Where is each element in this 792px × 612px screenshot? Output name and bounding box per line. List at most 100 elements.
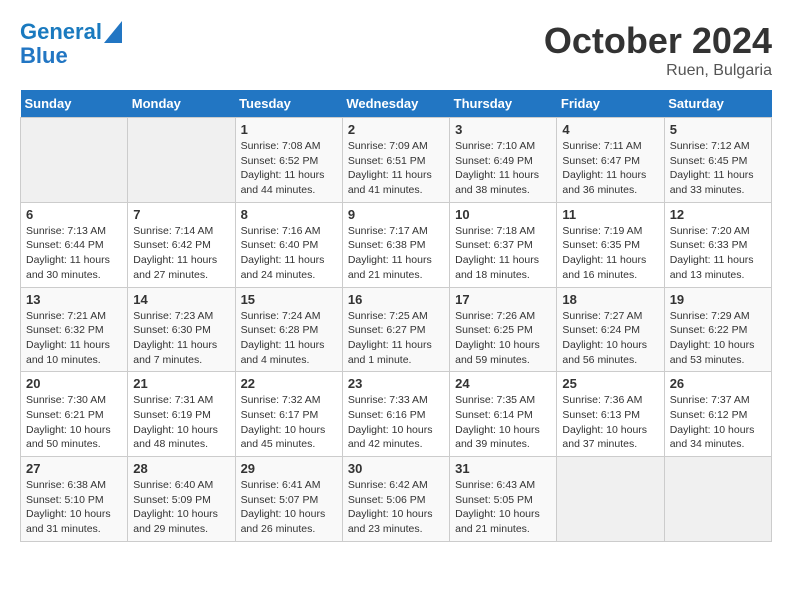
calendar-cell: 15Sunrise: 7:24 AM Sunset: 6:28 PM Dayli… xyxy=(235,287,342,372)
day-number: 26 xyxy=(670,376,766,391)
calendar-cell: 27 Sunrise: 6:38 AM Sunset: 5:10 PM Dayli… xyxy=(21,457,128,542)
calendar-cell: 28 Sunrise: 6:40 AM Sunset: 5:09 PM Dayli… xyxy=(128,457,235,542)
calendar-cell: 10 Sunrise: 7:18 AM Sunset: 6:37 PM Dayli… xyxy=(450,202,557,287)
day-number: 25 xyxy=(562,376,658,391)
day-number: 28 xyxy=(133,461,229,476)
day-info: Sunrise: 7:31 AM Sunset: 6:19 PM Dayligh… xyxy=(133,393,229,452)
calendar-cell: 21 Sunrise: 7:31 AM Sunset: 6:19 PM Dayli… xyxy=(128,372,235,457)
page-header: General Blue October 2024 Ruen, Bulgaria xyxy=(20,20,772,80)
weekday-header-row: SundayMondayTuesdayWednesdayThursdayFrid… xyxy=(21,90,772,118)
day-info: Sunrise: 7:08 AM Sunset: 6:52 PM Dayligh… xyxy=(241,139,337,198)
weekday-header-tuesday: Tuesday xyxy=(235,90,342,118)
calendar-cell: 24 Sunrise: 7:35 AM Sunset: 6:14 PM Dayli… xyxy=(450,372,557,457)
weekday-header-monday: Monday xyxy=(128,90,235,118)
day-number: 7 xyxy=(133,207,229,222)
day-info: Sunrise: 6:41 AM Sunset: 5:07 PM Dayligh… xyxy=(241,478,337,537)
day-number: 2 xyxy=(348,122,444,137)
day-info: Sunrise: 7:13 AM Sunset: 6:44 PM Dayligh… xyxy=(26,224,122,283)
calendar-table: SundayMondayTuesdayWednesdayThursdayFrid… xyxy=(20,90,772,542)
day-info: Sunrise: 7:21 AM Sunset: 6:32 PM Dayligh… xyxy=(26,309,122,368)
day-info: Sunrise: 7:11 AM Sunset: 6:47 PM Dayligh… xyxy=(562,139,658,198)
calendar-cell xyxy=(664,457,771,542)
calendar-cell: 17 Sunrise: 7:26 AM Sunset: 6:25 PM Dayli… xyxy=(450,287,557,372)
calendar-cell: 30 Sunrise: 6:42 AM Sunset: 5:06 PM Dayli… xyxy=(342,457,449,542)
day-info: Sunrise: 7:24 AM Sunset: 6:28 PM Dayligh… xyxy=(241,309,337,368)
day-info: Sunrise: 7:26 AM Sunset: 6:25 PM Dayligh… xyxy=(455,309,551,368)
calendar-cell xyxy=(557,457,664,542)
day-info: Sunrise: 7:37 AM Sunset: 6:12 PM Dayligh… xyxy=(670,393,766,452)
day-info: Sunrise: 7:35 AM Sunset: 6:14 PM Dayligh… xyxy=(455,393,551,452)
day-info: Sunrise: 7:29 AM Sunset: 6:22 PM Dayligh… xyxy=(670,309,766,368)
day-number: 17 xyxy=(455,292,551,307)
calendar-week-row: 20Sunrise: 7:30 AM Sunset: 6:21 PM Dayli… xyxy=(21,372,772,457)
day-number: 13 xyxy=(26,292,122,307)
day-number: 24 xyxy=(455,376,551,391)
day-number: 4 xyxy=(562,122,658,137)
day-number: 27 xyxy=(26,461,122,476)
calendar-cell: 6 Sunrise: 7:13 AM Sunset: 6:44 PM Daylig… xyxy=(21,202,128,287)
day-number: 23 xyxy=(348,376,444,391)
day-number: 21 xyxy=(133,376,229,391)
day-info: Sunrise: 7:17 AM Sunset: 6:38 PM Dayligh… xyxy=(348,224,444,283)
day-number: 3 xyxy=(455,122,551,137)
day-info: Sunrise: 7:14 AM Sunset: 6:42 PM Dayligh… xyxy=(133,224,229,283)
calendar-week-row: 27 Sunrise: 6:38 AM Sunset: 5:10 PM Dayli… xyxy=(21,457,772,542)
calendar-cell: 14Sunrise: 7:23 AM Sunset: 6:30 PM Dayli… xyxy=(128,287,235,372)
calendar-cell: 23Sunrise: 7:33 AM Sunset: 6:16 PM Dayli… xyxy=(342,372,449,457)
calendar-week-row: 1 Sunrise: 7:08 AM Sunset: 6:52 PM Daylig… xyxy=(21,118,772,203)
weekday-header-friday: Friday xyxy=(557,90,664,118)
calendar-cell: 29Sunrise: 6:41 AM Sunset: 5:07 PM Dayli… xyxy=(235,457,342,542)
calendar-cell xyxy=(128,118,235,203)
day-number: 10 xyxy=(455,207,551,222)
day-info: Sunrise: 7:36 AM Sunset: 6:13 PM Dayligh… xyxy=(562,393,658,452)
day-info: Sunrise: 6:42 AM Sunset: 5:06 PM Dayligh… xyxy=(348,478,444,537)
day-number: 1 xyxy=(241,122,337,137)
day-number: 18 xyxy=(562,292,658,307)
day-number: 31 xyxy=(455,461,551,476)
weekday-header-wednesday: Wednesday xyxy=(342,90,449,118)
day-info: Sunrise: 7:19 AM Sunset: 6:35 PM Dayligh… xyxy=(562,224,658,283)
day-number: 19 xyxy=(670,292,766,307)
calendar-cell: 16Sunrise: 7:25 AM Sunset: 6:27 PM Dayli… xyxy=(342,287,449,372)
logo-text-general: General xyxy=(20,20,102,44)
calendar-cell: 5 Sunrise: 7:12 AM Sunset: 6:45 PM Daylig… xyxy=(664,118,771,203)
day-number: 11 xyxy=(562,207,658,222)
calendar-cell: 4 Sunrise: 7:11 AM Sunset: 6:47 PM Daylig… xyxy=(557,118,664,203)
day-number: 22 xyxy=(241,376,337,391)
calendar-cell: 2 Sunrise: 7:09 AM Sunset: 6:51 PM Daylig… xyxy=(342,118,449,203)
weekday-header-saturday: Saturday xyxy=(664,90,771,118)
calendar-cell: 1 Sunrise: 7:08 AM Sunset: 6:52 PM Daylig… xyxy=(235,118,342,203)
day-number: 12 xyxy=(670,207,766,222)
location: Ruen, Bulgaria xyxy=(544,62,772,80)
day-number: 6 xyxy=(26,207,122,222)
calendar-cell: 9Sunrise: 7:17 AM Sunset: 6:38 PM Daylig… xyxy=(342,202,449,287)
logo-bird-icon xyxy=(104,21,122,43)
title-area: October 2024 Ruen, Bulgaria xyxy=(544,20,772,80)
logo-text-blue: Blue xyxy=(20,44,68,68)
day-info: Sunrise: 6:38 AM Sunset: 5:10 PM Dayligh… xyxy=(26,478,122,537)
weekday-header-thursday: Thursday xyxy=(450,90,557,118)
day-number: 30 xyxy=(348,461,444,476)
day-info: Sunrise: 7:30 AM Sunset: 6:21 PM Dayligh… xyxy=(26,393,122,452)
calendar-cell: 18Sunrise: 7:27 AM Sunset: 6:24 PM Dayli… xyxy=(557,287,664,372)
calendar-cell: 20Sunrise: 7:30 AM Sunset: 6:21 PM Dayli… xyxy=(21,372,128,457)
calendar-cell: 8 Sunrise: 7:16 AM Sunset: 6:40 PM Daylig… xyxy=(235,202,342,287)
day-info: Sunrise: 6:40 AM Sunset: 5:09 PM Dayligh… xyxy=(133,478,229,537)
calendar-cell: 19 Sunrise: 7:29 AM Sunset: 6:22 PM Dayli… xyxy=(664,287,771,372)
calendar-cell: 11 Sunrise: 7:19 AM Sunset: 6:35 PM Dayli… xyxy=(557,202,664,287)
weekday-header-sunday: Sunday xyxy=(21,90,128,118)
day-number: 8 xyxy=(241,207,337,222)
day-info: Sunrise: 7:23 AM Sunset: 6:30 PM Dayligh… xyxy=(133,309,229,368)
day-number: 5 xyxy=(670,122,766,137)
day-info: Sunrise: 7:10 AM Sunset: 6:49 PM Dayligh… xyxy=(455,139,551,198)
day-info: Sunrise: 6:43 AM Sunset: 5:05 PM Dayligh… xyxy=(455,478,551,537)
day-info: Sunrise: 7:18 AM Sunset: 6:37 PM Dayligh… xyxy=(455,224,551,283)
calendar-week-row: 13 Sunrise: 7:21 AM Sunset: 6:32 PM Dayli… xyxy=(21,287,772,372)
calendar-cell: 7 Sunrise: 7:14 AM Sunset: 6:42 PM Daylig… xyxy=(128,202,235,287)
month-title: October 2024 xyxy=(544,20,772,62)
day-info: Sunrise: 7:09 AM Sunset: 6:51 PM Dayligh… xyxy=(348,139,444,198)
calendar-cell: 22Sunrise: 7:32 AM Sunset: 6:17 PM Dayli… xyxy=(235,372,342,457)
day-info: Sunrise: 7:16 AM Sunset: 6:40 PM Dayligh… xyxy=(241,224,337,283)
day-info: Sunrise: 7:12 AM Sunset: 6:45 PM Dayligh… xyxy=(670,139,766,198)
calendar-cell: 3 Sunrise: 7:10 AM Sunset: 6:49 PM Daylig… xyxy=(450,118,557,203)
